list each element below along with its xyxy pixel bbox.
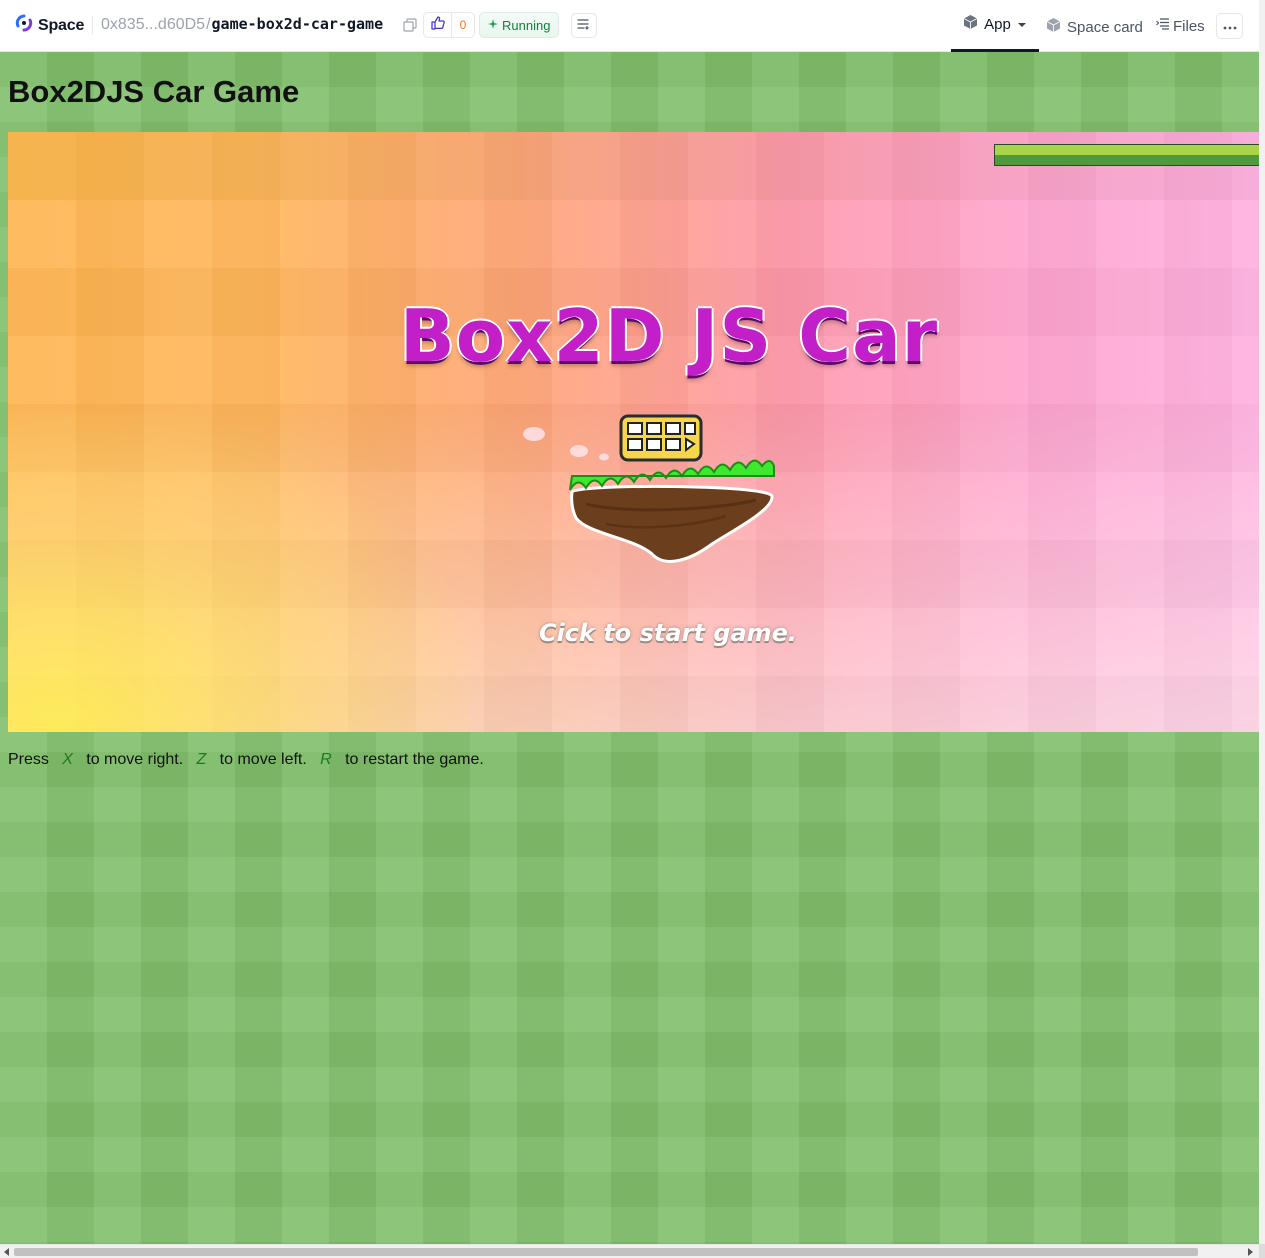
canvas-top-band [8, 132, 1259, 200]
vertical-scrollbar[interactable] [1259, 0, 1265, 1258]
click-to-start-prompt[interactable]: Cick to start game. [8, 619, 1259, 647]
scroll-right-arrow-icon[interactable] [1248, 1248, 1253, 1256]
app-iframe: Box2DJS Car Game Box2D JS Car Cick to st… [0, 52, 1259, 1244]
instructions-press: Press [8, 751, 49, 768]
caret-down-icon[interactable] [1017, 16, 1027, 34]
page-title: Box2DJS Car Game [8, 74, 300, 109]
car-icon [619, 414, 703, 462]
status-label: Running [502, 17, 551, 33]
breadcrumb: 0x835...d60D5 / game-box2d-car-game [101, 15, 383, 34]
breadcrumb-repo[interactable]: game-box2d-car-game [212, 15, 384, 33]
key-x: X [62, 751, 73, 768]
key-z: Z [196, 751, 207, 768]
file-list-icon [1156, 17, 1169, 35]
horizontal-scroll-thumb[interactable] [14, 1248, 1198, 1256]
like-count: 0 [459, 18, 467, 32]
controls-instructions: Press X to move right. Z to move left. R… [8, 751, 484, 769]
horizontal-scrollbar[interactable] [0, 1244, 1259, 1258]
canvas-glow [8, 412, 468, 732]
like-control: 0 [423, 12, 475, 38]
thumbs-up-icon [430, 15, 446, 36]
copy-icon[interactable] [403, 18, 417, 32]
ellipsis-icon [1223, 17, 1237, 35]
tab-space-card[interactable]: Space card [1046, 17, 1143, 38]
sparkle-icon [488, 16, 498, 34]
status-badge[interactable]: Running [479, 12, 560, 38]
scroll-left-arrow-icon[interactable] [4, 1248, 9, 1256]
logs-button[interactable] [571, 13, 597, 38]
spaces-logo-icon [15, 14, 33, 37]
breadcrumb-separator: / [206, 16, 211, 33]
game-canvas[interactable]: Box2D JS Car Cick to start game. [8, 132, 1259, 732]
key-r: R [320, 751, 332, 768]
header-divider [92, 16, 93, 34]
game-title: Box2D JS Car [399, 294, 939, 378]
tab-files-label: Files [1173, 17, 1205, 35]
tab-app[interactable]: App [951, 0, 1039, 52]
loading-progress-fill [995, 145, 1259, 155]
more-options-button[interactable] [1216, 13, 1243, 39]
tab-files[interactable]: Files [1156, 17, 1205, 35]
instructions-restart: to restart the game. [345, 751, 484, 768]
tab-space-card-label: Space card [1067, 19, 1143, 36]
floating-island-logo [523, 414, 775, 563]
instructions-left: to move left. [219, 751, 307, 768]
cube-icon [963, 14, 978, 35]
tab-app-label: App [984, 16, 1011, 33]
brand-label: Space [38, 16, 85, 34]
brand-link[interactable]: Space [15, 14, 84, 37]
breadcrumb-owner[interactable]: 0x835...d60D5 [101, 16, 205, 34]
loading-progress-bar [994, 144, 1259, 166]
cube-icon [1046, 17, 1061, 38]
space-header: Space 0x835...d60D5 / game-box2d-car-gam… [0, 0, 1259, 52]
like-button[interactable] [424, 13, 452, 37]
instructions-right: to move right. [86, 751, 184, 768]
scrollbar-corner [1259, 1244, 1265, 1258]
logs-icon [577, 17, 591, 35]
